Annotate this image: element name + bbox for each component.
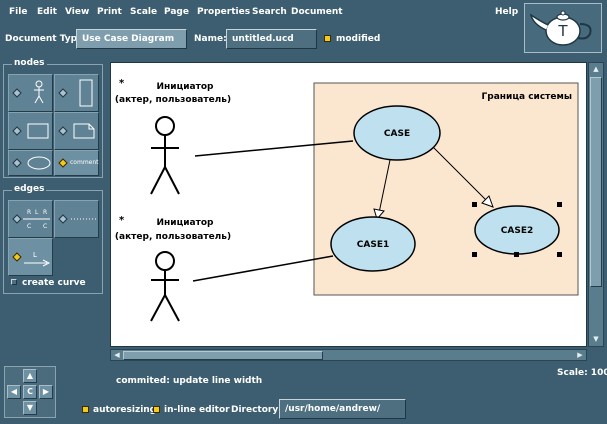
name-field[interactable]: untitled.ucd — [226, 29, 317, 49]
dotted-line-tool-icon — [58, 214, 96, 224]
menu-help[interactable]: Help — [495, 7, 518, 17]
menu-search[interactable]: Search — [252, 7, 287, 17]
usecase-case2-label: CASE2 — [501, 226, 533, 236]
menu-print[interactable]: Print — [97, 7, 122, 17]
menu-properties[interactable]: Properties — [197, 7, 250, 17]
nav-left-icon[interactable]: ◀ — [7, 385, 21, 399]
comment-node-tool[interactable]: comment — [54, 150, 99, 176]
actor2-role: (актер, пользователь) — [115, 232, 231, 242]
nav-up-icon[interactable]: ▲ — [23, 369, 37, 383]
logo-letter: T — [557, 22, 568, 40]
dotted-edge-tool[interactable] — [54, 200, 99, 238]
diagram-svg: Граница системы * Инициатор (актер, поль… — [115, 78, 579, 322]
inline-editor-checkbox[interactable] — [153, 406, 160, 413]
association-tool-icon: R L R C C — [12, 209, 50, 230]
comment-tool-label: comment — [70, 159, 99, 166]
edges-panel: edges R L R C C L create curve — [3, 184, 103, 294]
menu-view[interactable]: View — [65, 7, 89, 17]
scale-indicator: Scale: 100% — [557, 368, 607, 378]
scroll-up-icon[interactable]: ▲ — [591, 64, 601, 74]
nodes-panel-title: nodes — [12, 58, 47, 68]
directory-field[interactable]: /usr/home/andrew/ — [279, 399, 406, 419]
edges-panel-title: edges — [12, 184, 47, 194]
name-label: Name: — [194, 34, 227, 44]
directory-label: Directory: — [231, 405, 282, 415]
actor1-figure[interactable] — [150, 116, 180, 195]
teapot-icon: T — [529, 10, 592, 46]
association-edge-tool[interactable]: R L R C C — [8, 200, 53, 238]
teapot-logo: T — [524, 3, 602, 53]
horizontal-scrollbar[interactable]: ◀ ▶ — [110, 349, 587, 361]
edge-letter-c2: C — [43, 223, 47, 230]
document-toolbar: Document Type: Use Case Diagram Name: un… — [0, 28, 520, 50]
status-message: commited: update line width — [116, 376, 263, 386]
scroll-left-icon[interactable]: ◀ — [112, 350, 122, 360]
ellipse-tool-icon — [12, 156, 51, 170]
edge-letter-r1: R — [27, 209, 31, 216]
edge2-letter: L — [33, 251, 37, 259]
actor1-star: * — [119, 78, 125, 89]
edge-letter-c1: C — [27, 223, 31, 230]
scroll-down-icon[interactable]: ▼ — [591, 334, 601, 344]
menu-bar: File Edit View Print Scale Page Properti… — [0, 0, 607, 24]
rectangle-node-tool[interactable] — [8, 112, 53, 150]
actor2-star: * — [119, 215, 125, 226]
arrow-tool-icon: L — [12, 251, 51, 267]
usecase-node-tool[interactable] — [8, 150, 53, 176]
actor1-role: (актер, пользователь) — [115, 95, 231, 105]
actor1-name: Инициатор — [157, 82, 215, 92]
arrow-edge-tool[interactable]: L — [8, 238, 53, 276]
document-type-label: Document Type: — [5, 34, 87, 44]
horizontal-scroll-thumb[interactable] — [123, 351, 323, 360]
association-actor2-case1[interactable] — [192, 255, 334, 282]
comment-tool-icon — [58, 158, 68, 168]
edge-letter-r2: R — [43, 209, 47, 216]
menu-scale[interactable]: Scale — [130, 7, 157, 17]
boundary-tool-icon — [58, 79, 93, 107]
note-tool-icon — [58, 123, 95, 139]
navigation-pad: ▲ ◀ C ▶ ▼ — [4, 366, 56, 418]
scroll-right-icon[interactable]: ▶ — [575, 350, 585, 360]
boundary-label: Граница системы — [482, 92, 572, 102]
menu-file[interactable]: File — [9, 7, 27, 17]
modified-label: modified — [336, 34, 381, 44]
boundary-node-tool[interactable] — [54, 74, 99, 112]
edge-letter-l: L — [35, 209, 39, 216]
vertical-scrollbar[interactable]: ▲ ▼ — [588, 62, 604, 347]
usecase-case-label: CASE — [384, 129, 410, 139]
create-curve-label: create curve — [22, 278, 86, 288]
nav-center-button[interactable]: C — [23, 385, 37, 399]
actor-node-tool[interactable] — [8, 74, 53, 112]
actor2-name: Инициатор — [157, 218, 215, 228]
menu-document[interactable]: Document — [291, 7, 343, 17]
nav-down-icon[interactable]: ▼ — [23, 401, 37, 415]
autoresizing-checkbox[interactable] — [82, 406, 89, 413]
rectangle-tool-icon — [12, 123, 49, 139]
menu-page[interactable]: Page — [164, 7, 189, 17]
actor2-figure[interactable] — [150, 251, 180, 322]
menu-edit[interactable]: Edit — [37, 7, 57, 17]
document-type-field[interactable]: Use Case Diagram — [76, 29, 187, 49]
diagram-canvas[interactable]: Граница системы * Инициатор (актер, поль… — [110, 62, 587, 347]
vertical-scroll-thumb[interactable] — [590, 77, 602, 287]
create-curve-checkbox[interactable] — [11, 279, 17, 285]
note-node-tool[interactable] — [54, 112, 99, 150]
inline-editor-label: in-line editor — [164, 405, 230, 415]
nodes-panel: nodes comment — [3, 58, 103, 178]
usecase-case1-label: CASE1 — [357, 240, 389, 250]
actor-tool-icon — [12, 80, 44, 104]
nav-right-icon[interactable]: ▶ — [39, 385, 53, 399]
modified-checkbox[interactable] — [324, 35, 331, 42]
autoresizing-label: autoresizing — [93, 405, 157, 415]
